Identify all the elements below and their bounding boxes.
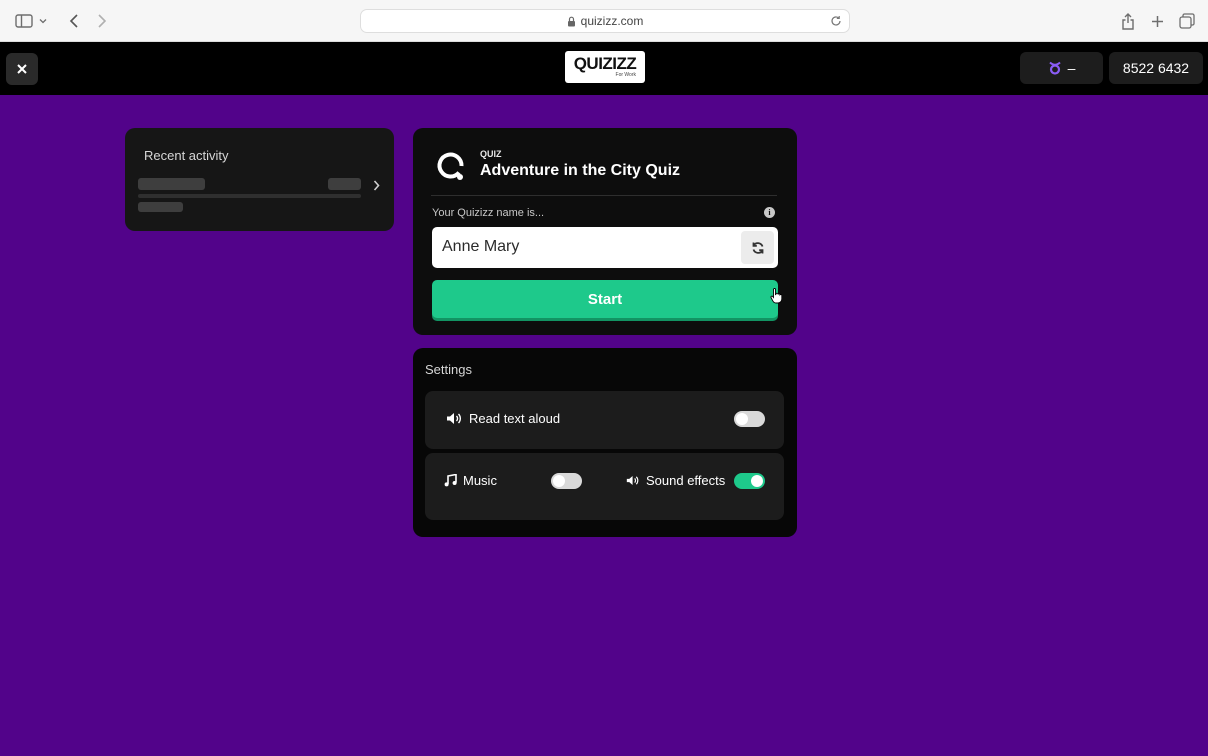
read-aloud-setting: Read text aloud <box>446 411 560 426</box>
reload-icon[interactable] <box>829 14 843 28</box>
recent-activity-placeholder <box>138 178 205 190</box>
sound-effects-label: Sound effects <box>646 473 726 488</box>
sound-effects-toggle[interactable] <box>734 473 765 489</box>
avatar-icon <box>1048 61 1061 75</box>
close-icon <box>17 64 27 74</box>
recent-activity-progress-placeholder <box>138 194 361 198</box>
logo-subtext: For Work <box>615 72 636 78</box>
logo-text: QUIZIZZ <box>573 54 637 73</box>
start-label: Start <box>587 290 623 308</box>
name-label: Your Quizizz name is... <box>432 207 545 219</box>
recent-activity-placeholder <box>138 202 183 212</box>
speaker-icon <box>626 475 639 486</box>
music-setting: Music <box>444 473 497 488</box>
sound-effects-setting: Sound effects <box>626 473 725 488</box>
settings-title: Settings <box>425 362 472 377</box>
recent-activity-title: Recent activity <box>144 148 229 163</box>
share-icon[interactable] <box>1118 11 1138 31</box>
speaker-icon <box>447 413 461 424</box>
chevron-right-icon[interactable] <box>370 178 382 192</box>
avatar-button[interactable]: – <box>1020 52 1103 84</box>
quiz-card: QUIZ Adventure in the City Quiz Your Qui… <box>413 128 797 335</box>
read-aloud-toggle[interactable] <box>734 411 765 427</box>
forward-icon[interactable] <box>92 11 112 31</box>
regenerate-name-button[interactable] <box>741 231 774 264</box>
read-aloud-label: Read text aloud <box>469 411 561 426</box>
browser-toolbar: quizizz.com <box>0 0 1208 42</box>
url-text: quizizz.com <box>580 14 644 28</box>
recent-activity-placeholder <box>328 178 361 190</box>
quiz-type-label: QUIZ <box>480 149 502 159</box>
sidebar-icon[interactable] <box>14 11 34 31</box>
recent-activity-card[interactable]: Recent activity <box>125 128 394 231</box>
quiz-title: Adventure in the City Quiz <box>480 162 681 179</box>
quiz-logo-icon <box>437 152 464 180</box>
hand-cursor-icon <box>770 288 782 304</box>
back-icon[interactable] <box>64 11 84 31</box>
info-icon[interactable]: i <box>764 207 775 218</box>
new-tab-icon[interactable] <box>1147 11 1167 31</box>
tabs-icon[interactable] <box>1177 11 1197 31</box>
join-code: 8522 6432 <box>1109 52 1203 84</box>
quizizz-logo: QUIZIZZ For Work <box>565 51 645 83</box>
music-note-icon <box>444 474 457 487</box>
lock-icon <box>567 16 576 27</box>
app-header: QUIZIZZ For Work – 8522 6432 <box>0 42 1208 95</box>
address-bar[interactable]: quizizz.com <box>360 9 850 33</box>
start-button[interactable]: Start <box>432 280 782 318</box>
music-toggle[interactable] <box>551 473 582 489</box>
close-button[interactable] <box>6 53 38 85</box>
chevron-down-icon[interactable] <box>37 11 49 31</box>
read-aloud-row: Read text aloud <box>425 391 784 449</box>
name-value: Anne Mary <box>442 238 520 255</box>
divider <box>431 195 777 196</box>
settings-card: Settings Read text aloud Music Sound eff… <box>413 348 797 537</box>
audio-row: Music Sound effects <box>425 453 784 520</box>
avatar-status: – <box>1067 60 1076 76</box>
music-label: Music <box>463 473 497 488</box>
name-field[interactable]: Anne Mary <box>432 227 778 268</box>
regenerate-icon <box>752 241 763 254</box>
